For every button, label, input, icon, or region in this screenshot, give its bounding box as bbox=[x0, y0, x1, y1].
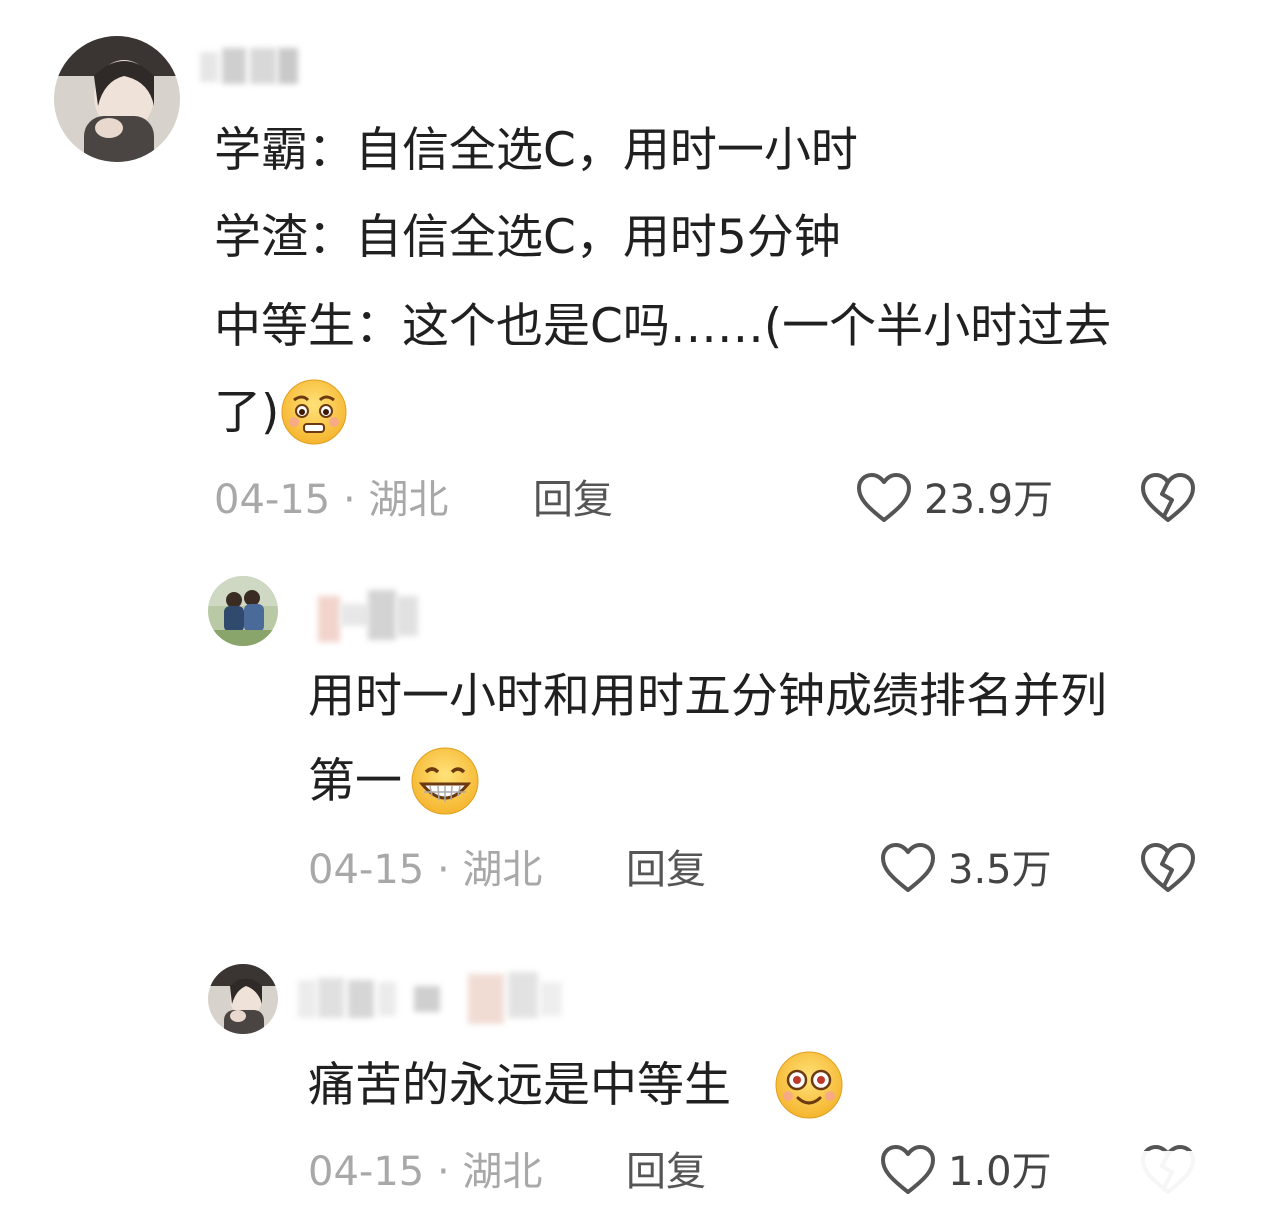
grinning-face-emoji bbox=[410, 746, 480, 816]
comment-date-location: 04-15 · 湖北 bbox=[308, 1149, 543, 1195]
reply-button[interactable]: 回复 bbox=[626, 1152, 706, 1192]
comment-text-line: 了) bbox=[214, 385, 280, 440]
reply-button[interactable]: 回复 bbox=[533, 480, 613, 520]
like-count: 3.5万 bbox=[948, 847, 1052, 893]
comment-text-line: 学渣：自信全选C，用时5分钟 bbox=[214, 210, 841, 265]
broken-heart-icon[interactable] bbox=[1140, 472, 1196, 524]
comment-text-line: 痛苦的永远是中等生 bbox=[308, 1058, 731, 1113]
avatar[interactable] bbox=[54, 36, 180, 162]
broken-heart-icon[interactable] bbox=[1140, 842, 1196, 894]
avatar[interactable] bbox=[208, 964, 278, 1034]
heart-outline-icon[interactable] bbox=[856, 472, 912, 524]
avatar[interactable] bbox=[208, 576, 278, 646]
comment-text-line: 中等生：这个也是C吗……(一个半小时过去 bbox=[214, 299, 1112, 354]
username-blurred[interactable] bbox=[200, 44, 310, 90]
like-count: 1.0万 bbox=[948, 1149, 1052, 1195]
comment-text-line: 第一 bbox=[308, 754, 402, 809]
heart-outline-icon[interactable] bbox=[880, 1144, 936, 1196]
comment-date-location: 04-15 · 湖北 bbox=[214, 477, 449, 523]
comment-text-line: 用时一小时和用时五分钟成绩排名并列 bbox=[308, 669, 1107, 724]
comment-text-line: 学霸：自信全选C，用时一小时 bbox=[214, 123, 858, 178]
like-count: 23.9万 bbox=[924, 477, 1054, 523]
watermark-fade bbox=[1041, 1151, 1261, 1211]
heart-outline-icon[interactable] bbox=[880, 842, 936, 894]
username-blurred[interactable] bbox=[316, 586, 426, 646]
username-blurred[interactable] bbox=[298, 968, 568, 1030]
comment-date-location: 04-15 · 湖北 bbox=[308, 847, 543, 893]
reply-button[interactable]: 回复 bbox=[626, 850, 706, 890]
smiling-face-emoji bbox=[774, 1050, 844, 1120]
worried-face-emoji bbox=[280, 378, 348, 446]
